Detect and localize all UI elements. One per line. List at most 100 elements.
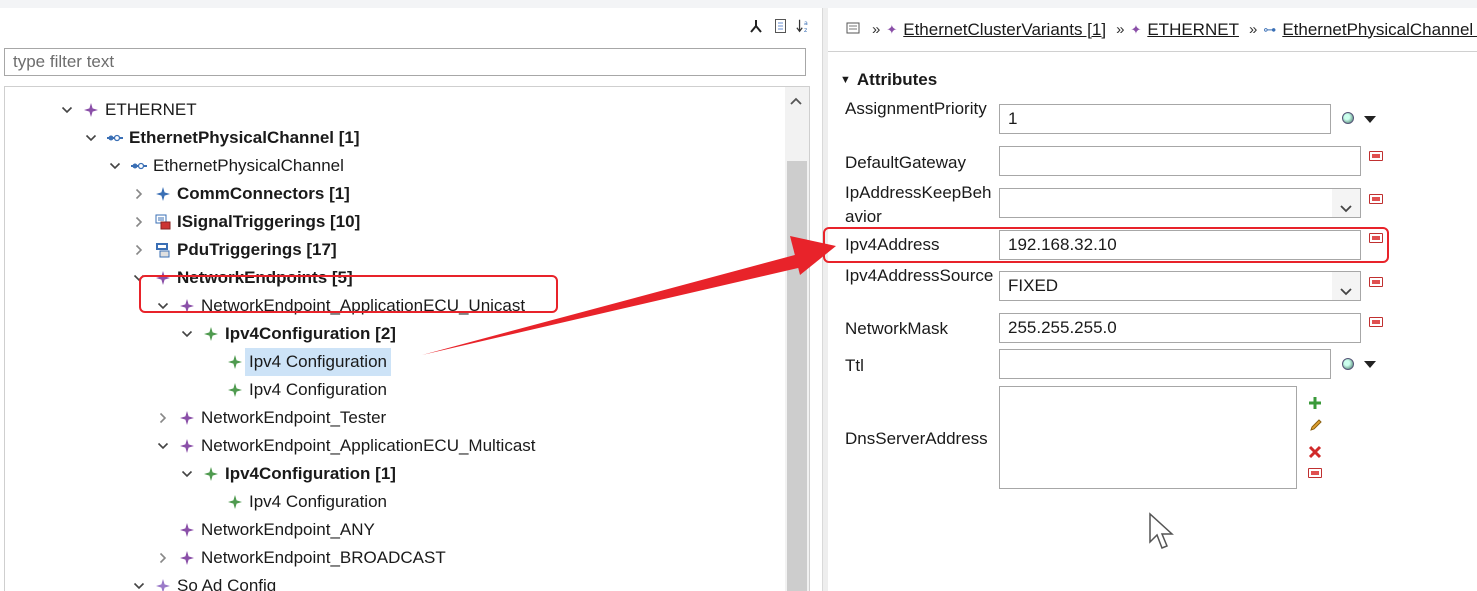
mouse-cursor-icon (1149, 512, 1174, 549)
tree-item[interactable]: Ipv4 Configuration (203, 348, 391, 376)
ttl-field[interactable] (999, 349, 1331, 379)
dropdown-arrow-icon[interactable] (1364, 361, 1376, 368)
tree-item[interactable]: Ipv4Configuration [2] (179, 320, 396, 348)
sort-az-icon[interactable]: az (796, 18, 812, 34)
ipv4-address-source-combo[interactable]: FIXED (999, 271, 1361, 301)
unset-value-icon[interactable] (1308, 468, 1322, 478)
tree-item[interactable]: ETHERNET (59, 96, 197, 124)
tree-item-label: PduTriggerings [17] (177, 240, 337, 259)
attributes-section-header[interactable]: ▼ Attributes (840, 70, 937, 90)
collapse-chevron-icon[interactable] (131, 214, 147, 230)
dropdown-arrow-icon[interactable] (1364, 116, 1376, 123)
tree-item[interactable]: Ipv4 Configuration (203, 488, 387, 516)
vertical-scrollbar[interactable] (785, 87, 809, 591)
expand-chevron-icon[interactable] (179, 466, 195, 482)
tree-item[interactable]: Ipv4Configuration [1] (179, 460, 396, 488)
assignment-priority-field[interactable]: 1 (999, 104, 1331, 134)
signal-trigger-icon (154, 213, 172, 231)
tree-item-label: ETHERNET (105, 100, 197, 119)
green-diamond-icon (226, 353, 244, 371)
green-diamond-icon (226, 381, 244, 399)
outline-toolbar: az (748, 18, 812, 34)
tree-item[interactable]: PduTriggerings [17] (131, 236, 337, 264)
breadcrumb-separator-icon: » (872, 21, 881, 38)
tree-item[interactable]: So Ad Config (131, 572, 276, 591)
breadcrumb-item[interactable]: ETHERNET (1147, 20, 1239, 40)
breadcrumb-item[interactable]: EthernetClusterVariants [1] (903, 20, 1106, 40)
tree-item[interactable]: EthernetPhysicalChannel [1] (83, 124, 360, 152)
expand-chevron-icon[interactable] (59, 102, 75, 118)
breadcrumb-separator-icon: » (1248, 21, 1258, 38)
channel-icon: ⊶ (1263, 21, 1277, 37)
tree-item-label: So Ad Config (177, 576, 277, 591)
chevron-down-icon[interactable] (1339, 278, 1353, 306)
scrollbar-thumb[interactable] (787, 161, 807, 591)
add-icon[interactable] (1308, 396, 1322, 413)
tree-item[interactable]: EthernetPhysicalChannel (107, 152, 344, 180)
expand-chevron-icon[interactable] (179, 326, 195, 342)
expand-chevron-icon[interactable] (107, 158, 123, 174)
tree-item[interactable]: CommConnectors [1] (131, 180, 350, 208)
green-diamond-icon (202, 325, 220, 343)
expand-chevron-icon[interactable] (131, 578, 147, 591)
tree-item-label: NetworkEndpoint_ANY (201, 520, 375, 539)
network-mask-field[interactable]: 255.255.255.0 (999, 313, 1361, 343)
breadcrumb-item[interactable]: EthernetPhysicalChannel [ (1282, 20, 1477, 40)
ipv4-address-source-value: FIXED (1008, 276, 1059, 295)
collapse-chevron-icon[interactable] (155, 550, 171, 566)
expand-chevron-icon[interactable] (155, 438, 171, 454)
document-icon[interactable] (772, 18, 788, 34)
variant-globe-icon[interactable] (1342, 112, 1354, 124)
tree-item-label: EthernetPhysicalChannel (153, 156, 344, 175)
dns-server-address-list[interactable] (999, 386, 1297, 489)
lavender-diamond-icon (154, 577, 172, 591)
ip-address-keep-behavior-label: IpAddressKeepBehavior (845, 183, 992, 226)
unset-value-icon[interactable] (1369, 317, 1383, 327)
tree-item-label: Ipv4 Configuration (249, 492, 387, 511)
variant-globe-icon[interactable] (1342, 358, 1354, 370)
purple-diamond-icon (178, 437, 196, 455)
unset-value-icon[interactable] (1369, 277, 1383, 287)
blue-diamond-icon (154, 185, 172, 203)
tree-item[interactable]: ISignalTriggerings [10] (131, 208, 360, 236)
expand-chevron-icon[interactable] (83, 130, 99, 146)
channel-icon (106, 129, 124, 147)
breadcrumb: » ✦ EthernetClusterVariants [1] » ✦ ETHE… (828, 8, 1477, 52)
tree-item-label: NetworkEndpoint_ApplicationECU_Multicast (201, 436, 536, 455)
pdu-trigger-icon (154, 241, 172, 259)
ip-address-keep-behavior-combo[interactable] (999, 188, 1361, 218)
ttl-label: Ttl (845, 356, 864, 375)
tree-item-label: Ipv4Configuration [1] (225, 464, 396, 483)
tree-item-label: EthernetPhysicalChannel [1] (129, 128, 360, 147)
collapse-caret-icon[interactable]: ▼ (840, 74, 851, 86)
tree-item[interactable]: NetworkEndpoint_Tester (155, 404, 386, 432)
scroll-up-icon[interactable] (789, 93, 803, 109)
delete-icon[interactable] (1308, 445, 1322, 462)
assignment-priority-label: AssignmentPriority (845, 99, 987, 118)
collapse-chevron-icon[interactable] (131, 186, 147, 202)
svg-text:a: a (804, 20, 808, 27)
highlight-box-tree (139, 275, 558, 313)
collapse-chevron-icon[interactable] (155, 410, 171, 426)
default-gateway-label: DefaultGateway (845, 153, 966, 172)
tree-item[interactable]: NetworkEndpoint_ANY (155, 516, 375, 544)
collapse-chevron-icon[interactable] (131, 242, 147, 258)
purple-diamond-icon: ✦ (886, 21, 898, 37)
filter-field[interactable] (4, 48, 806, 76)
tree-item-label: Ipv4Configuration [2] (225, 324, 396, 343)
highlight-box-ipv4 (823, 227, 1389, 263)
tree-item[interactable]: Ipv4 Configuration (203, 376, 387, 404)
tree-item[interactable]: NetworkEndpoint_ApplicationECU_Multicast (155, 432, 536, 460)
properties-panel: » ✦ EthernetClusterVariants [1] » ✦ ETHE… (828, 8, 1477, 591)
edit-pencil-icon[interactable] (1309, 418, 1323, 435)
unset-value-icon[interactable] (1369, 151, 1383, 161)
default-gateway-field[interactable] (999, 146, 1361, 176)
chevron-down-icon[interactable] (1339, 195, 1353, 223)
filter-input[interactable] (5, 49, 805, 75)
unset-value-icon[interactable] (1369, 194, 1383, 204)
breadcrumb-menu-icon[interactable] (846, 22, 860, 37)
tree-item[interactable]: NetworkEndpoint_BROADCAST (155, 544, 446, 572)
link-editor-icon[interactable] (748, 18, 764, 34)
